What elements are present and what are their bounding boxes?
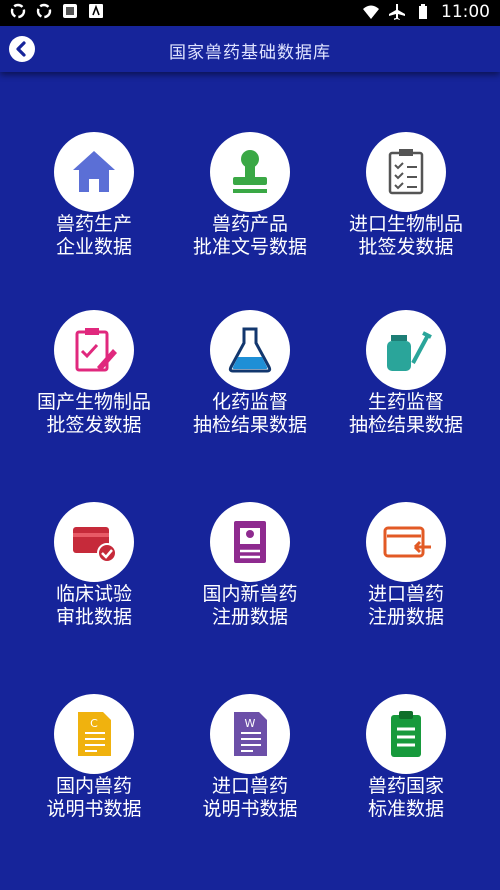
tile-icon-circle — [210, 502, 290, 582]
airplane-icon — [389, 4, 405, 20]
id-card-icon — [234, 521, 266, 563]
status-time: 11:00 — [441, 2, 490, 22]
tile-label: 兽药产品 批准文号数据 — [192, 213, 307, 258]
tile-imported-biologics-release[interactable]: 进口生物制品 批签发数据 — [328, 132, 484, 259]
tile-icon-circle — [54, 502, 134, 582]
tile-icon-circle — [366, 502, 446, 582]
flask-icon — [228, 327, 272, 373]
tile-label: 生药监督 抽检结果数据 — [348, 391, 463, 436]
tile-icon-circle — [366, 694, 446, 774]
wifi-icon — [363, 5, 379, 19]
status-bar: 11:00 — [0, 0, 500, 26]
tile-imported-drug-registration[interactable]: 进口兽药 注册数据 — [328, 502, 484, 629]
tile-icon-circle — [54, 132, 134, 212]
tile-label: 国内兽药 说明书数据 — [46, 775, 142, 820]
tile-chemical-drug-inspection[interactable]: 化药监督 抽检结果数据 — [172, 310, 328, 437]
tile-icon-circle — [210, 310, 290, 390]
tile-label: 进口生物制品 批签发数据 — [348, 213, 463, 258]
tile-national-drug-standards[interactable]: 兽药国家 标准数据 — [328, 694, 484, 821]
tile-icon-circle: W — [210, 694, 290, 774]
document-c-icon: C — [78, 712, 111, 756]
sync-icon — [10, 3, 26, 19]
vial-syringe-icon — [387, 331, 432, 371]
clipboard-checklist-icon — [388, 149, 424, 195]
svg-text:C: C — [90, 717, 98, 730]
tile-label: 临床试验 审批数据 — [55, 583, 132, 628]
card-check-icon — [73, 527, 117, 563]
tile-imported-drug-instructions[interactable]: W 进口兽药 说明书数据 — [172, 694, 328, 821]
tile-label: 兽药国家 标准数据 — [367, 775, 444, 820]
tile-icon-circle — [366, 132, 446, 212]
tile-label: 国内新兽药 注册数据 — [202, 583, 298, 628]
tile-label: 进口兽药 注册数据 — [367, 583, 444, 628]
clipboard-list-icon — [391, 711, 421, 757]
battery-icon — [419, 4, 427, 19]
tile-label: 国产生物制品 批签发数据 — [36, 391, 151, 436]
svg-text:W: W — [245, 717, 256, 730]
house-icon — [73, 151, 115, 192]
tile-label: 兽药生产 企业数据 — [55, 213, 132, 258]
clipboard-pen-icon — [75, 328, 117, 372]
tile-domestic-drug-instructions[interactable]: C 国内兽药 说明书数据 — [16, 694, 172, 821]
tile-clinical-trial-approval[interactable]: 临床试验 审批数据 — [16, 502, 172, 629]
app-bar: 国家兽药基础数据库 — [0, 26, 500, 72]
tile-product-approval[interactable]: 兽药产品 批准文号数据 — [172, 132, 328, 259]
tile-label: 进口兽药 说明书数据 — [202, 775, 298, 820]
tile-label: 化药监督 抽检结果数据 — [192, 391, 307, 436]
document-w-icon: W — [234, 712, 267, 756]
tile-domestic-biologics-release[interactable]: 国产生物制品 批签发数据 — [16, 310, 172, 437]
tile-domestic-new-drug-registration[interactable]: 国内新兽药 注册数据 — [172, 502, 328, 629]
tile-production-enterprise[interactable]: 兽药生产 企业数据 — [16, 132, 172, 259]
sync-icon — [36, 3, 52, 19]
stamp-icon — [233, 150, 267, 193]
tile-icon-circle: C — [54, 694, 134, 774]
tile-biologic-drug-inspection[interactable]: 生药监督 抽检结果数据 — [328, 310, 484, 437]
app-notification-icon — [63, 4, 77, 18]
tile-icon-circle — [366, 310, 446, 390]
android-icon — [89, 4, 103, 18]
tile-icon-circle — [54, 310, 134, 390]
tile-icon-circle — [210, 132, 290, 212]
card-arrow-icon — [383, 526, 431, 558]
page-title: 国家兽药基础数据库 — [169, 43, 331, 63]
